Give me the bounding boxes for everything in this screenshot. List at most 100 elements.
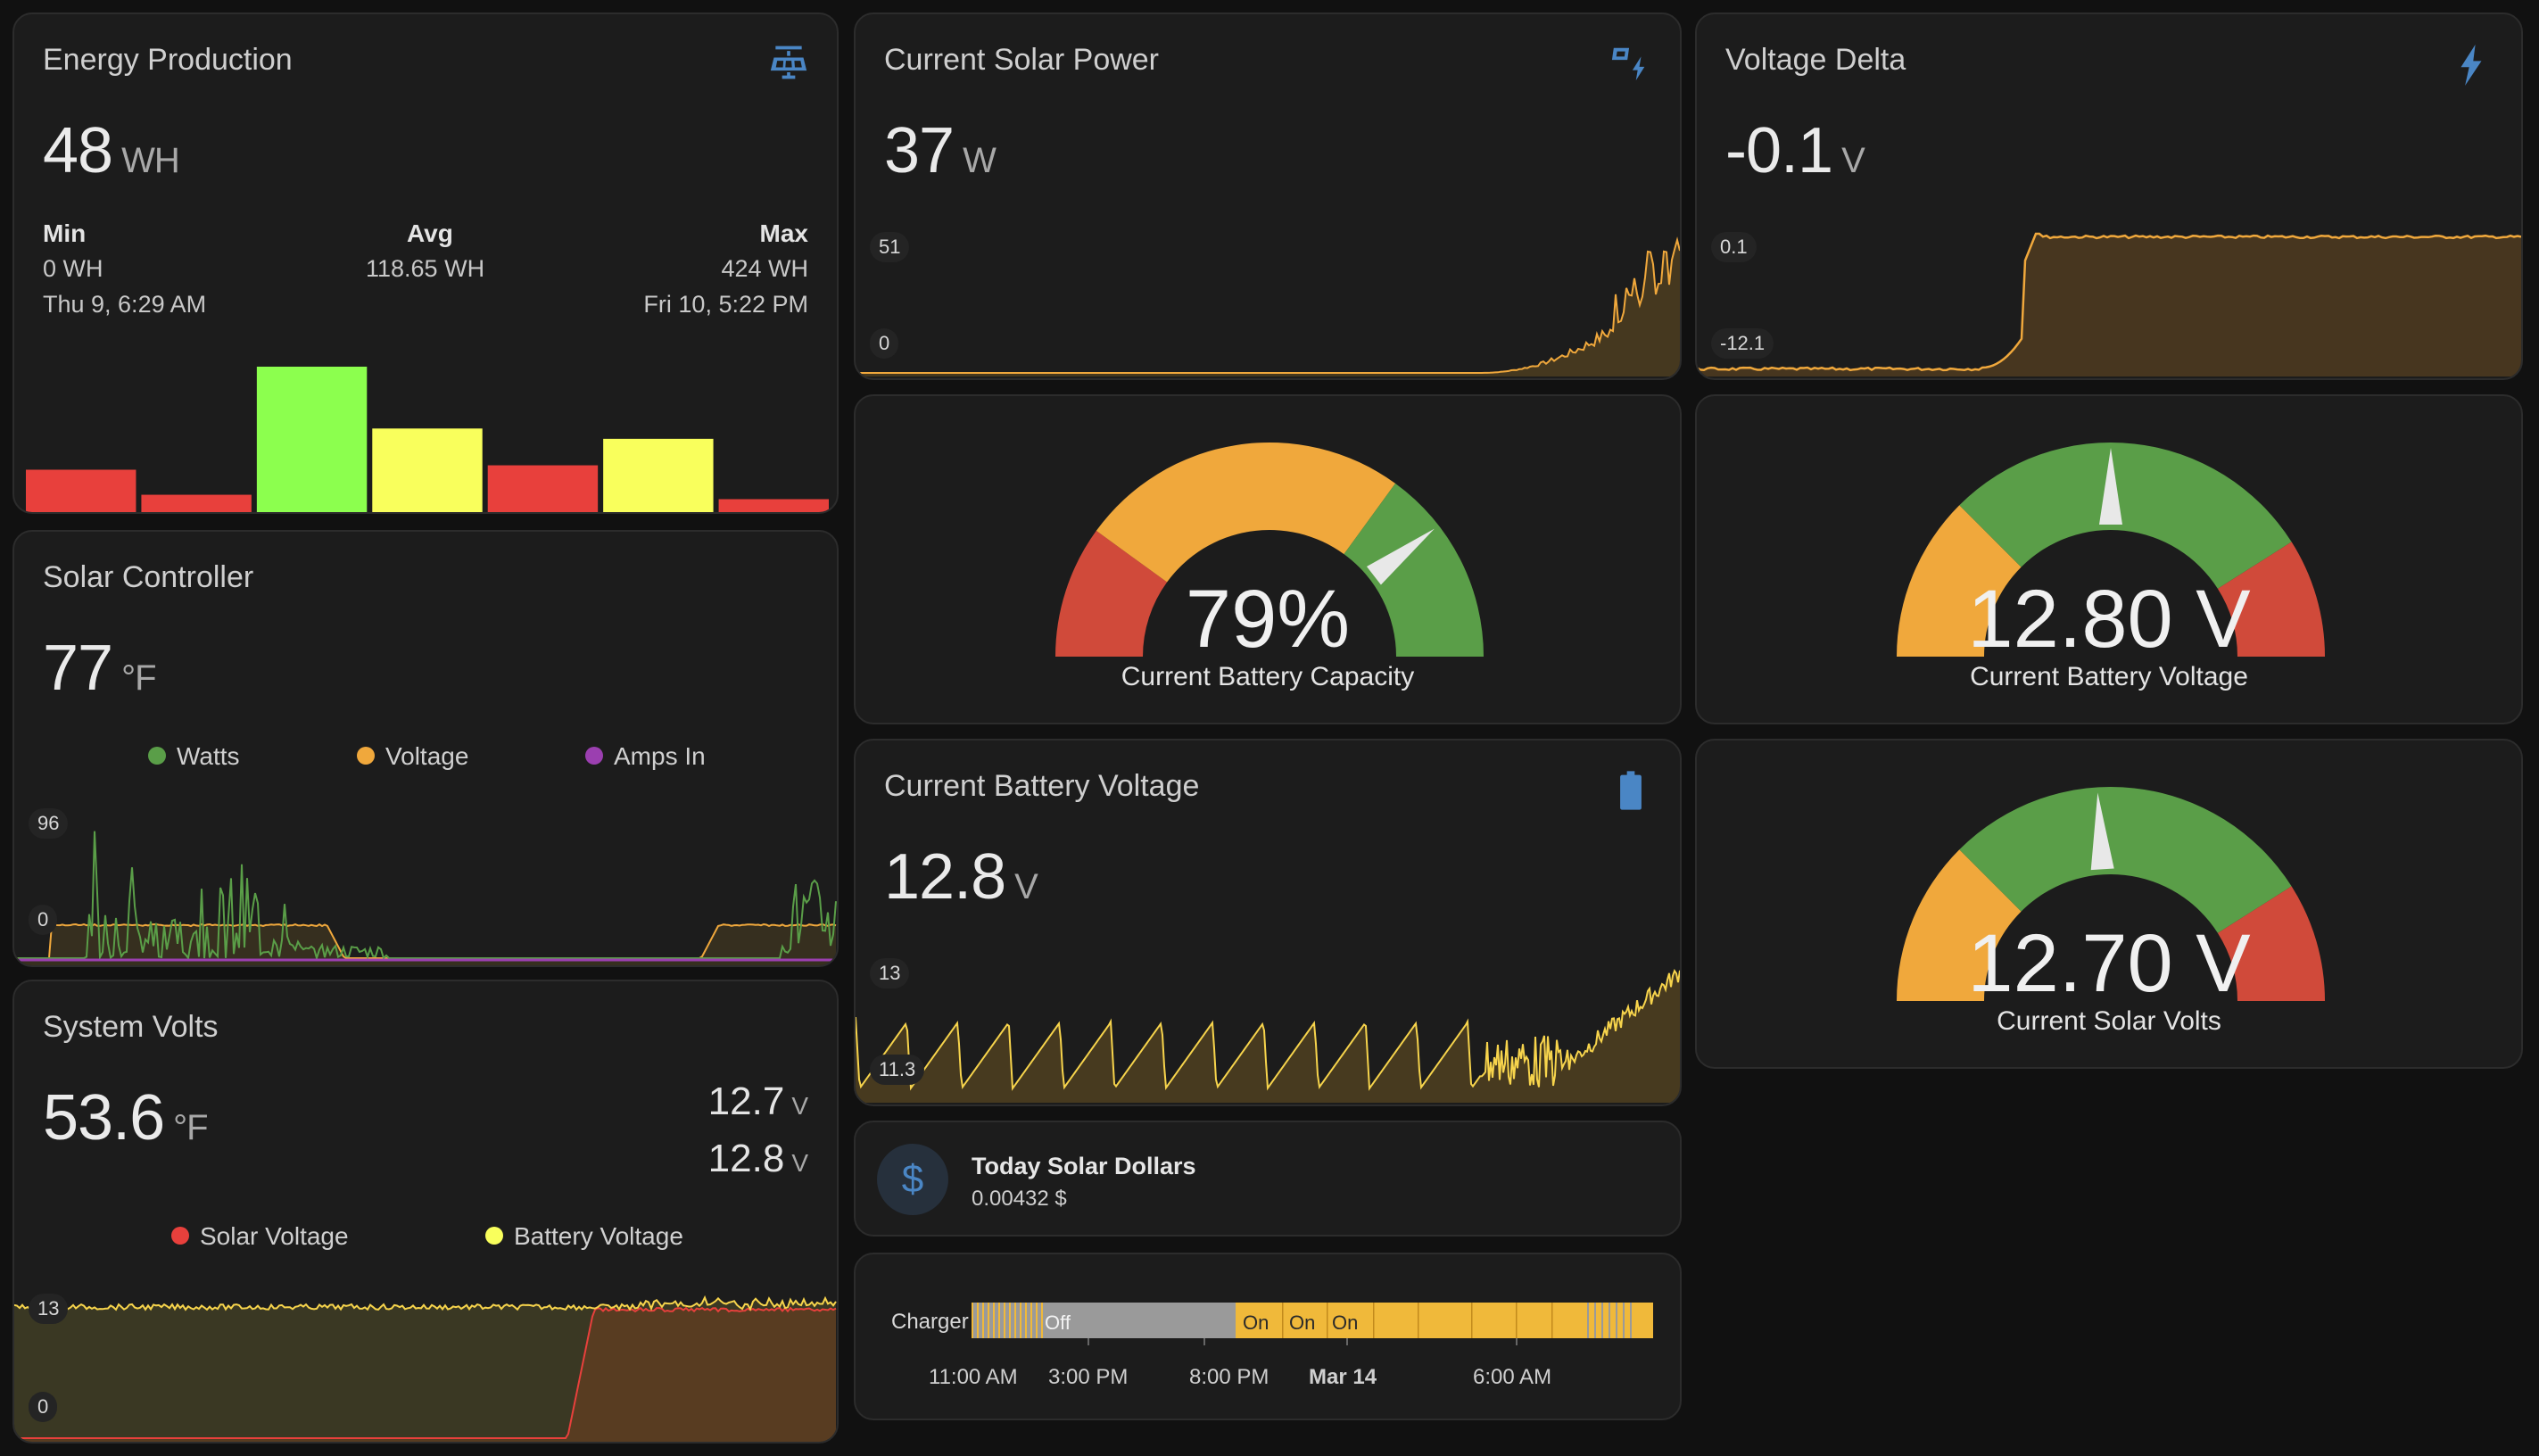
- timeline-state-on: On: [1289, 1311, 1316, 1334]
- controller-temp-value: 77 °F: [43, 632, 157, 705]
- timeline-on-sliver: [1036, 1303, 1038, 1338]
- timeline-off-sliver: [1601, 1303, 1603, 1338]
- legend-text: Watts: [177, 742, 240, 770]
- system-volts-value: 53.6 °F: [43, 1081, 209, 1154]
- solar-controller-card[interactable]: Solar Controller 77 °F Watts Voltage Amps…: [12, 530, 839, 967]
- legend-dot: [357, 746, 375, 765]
- timeline-divider: [1327, 1303, 1328, 1338]
- timeline-divider: [1373, 1303, 1375, 1338]
- max-time: Fri 10, 5:22 PM: [643, 291, 808, 318]
- voltage-delta-graph: [1697, 232, 2521, 376]
- secondary-value-2: 12.8 V: [708, 1137, 808, 1181]
- value-unit: WH: [121, 141, 180, 180]
- card-title: System Volts: [43, 1010, 219, 1044]
- solar-power-graph: [856, 236, 1680, 376]
- legend-text: Voltage: [385, 742, 469, 770]
- timeline-tick-mark: [1088, 1338, 1089, 1345]
- legend-amps-in[interactable]: Amps In: [585, 742, 706, 771]
- system-volts-card[interactable]: System Volts 53.6 °F 12.7 V 12.8 V Solar Vo…: [12, 980, 839, 1444]
- solar-panel-icon: [769, 43, 808, 87]
- axis-min-label: 11.3: [870, 1055, 925, 1085]
- timeline-off-sliver: [1609, 1303, 1610, 1338]
- solar-power-area: [856, 240, 1680, 376]
- solar-controller-graph: [14, 831, 837, 965]
- timeline-on-sliver: [988, 1303, 989, 1338]
- energy-bar: [141, 494, 252, 512]
- battery-voltage-gauge-card[interactable]: 12.80 V Current Battery Voltage: [1695, 394, 2523, 724]
- axis-min-label: 0: [29, 1392, 58, 1422]
- timeline-on-sliver: [972, 1303, 973, 1338]
- timeline-divider: [1418, 1303, 1419, 1338]
- min-value: 0 WH: [43, 255, 103, 282]
- timeline-off-sliver: [1616, 1303, 1617, 1338]
- min-label: Min: [43, 219, 87, 247]
- solar-volts-gauge-card[interactable]: 12.70 V Current Solar Volts: [1695, 739, 2523, 1069]
- solar-power-icon: [1610, 43, 1651, 88]
- energy-production-card[interactable]: Energy Production 48 WH Min 0 WH Thu 9, 6…: [12, 12, 839, 514]
- gauge-label: Current Solar Volts: [1997, 1006, 2221, 1036]
- charger-timeline-card[interactable]: Charger Off On On On 11:00 AM 3:00 PM 8:…: [854, 1253, 1682, 1420]
- card-title: Solar Controller: [43, 560, 254, 594]
- solar-power-value: 37 W: [884, 114, 997, 187]
- energy-bar: [487, 465, 599, 512]
- timeline-divider: [1551, 1303, 1553, 1338]
- gauge-segment: [1096, 443, 1396, 583]
- legend-dot: [148, 746, 166, 765]
- legend-solar-voltage[interactable]: Solar Voltage: [171, 1222, 349, 1251]
- gauge-value: 79%: [1185, 574, 1351, 665]
- legend-watts[interactable]: Watts: [148, 742, 240, 771]
- card-title: Energy Production: [43, 43, 293, 77]
- solar-dollars-card[interactable]: $ Today Solar Dollars 0.00432 $: [854, 1121, 1682, 1237]
- gauge-label: Current Battery Capacity: [1121, 662, 1415, 691]
- gauge-value: 12.70 V: [1967, 918, 2251, 1009]
- timeline-on-sliver: [993, 1303, 995, 1338]
- legend-text: Solar Voltage: [200, 1222, 349, 1250]
- axis-min-label: -12.1: [1711, 328, 1774, 359]
- value-number: -0.1: [1725, 115, 1833, 186]
- energy-bar-chart: [26, 367, 829, 512]
- max-value: 424 WH: [721, 255, 808, 282]
- voltage-delta-card[interactable]: Voltage Delta -0.1 V 0.1 -12.1: [1695, 12, 2523, 380]
- energy-bar: [603, 438, 714, 512]
- timeline-on-sliver: [982, 1303, 984, 1338]
- max-label: Max: [759, 219, 808, 247]
- value-number: 12.8: [884, 841, 1006, 913]
- min-time: Thu 9, 6:29 AM: [43, 291, 207, 318]
- battery-capacity-gauge-card[interactable]: 79% Current Battery Capacity: [854, 394, 1682, 724]
- voltage-delta-area: [1697, 234, 2521, 376]
- legend-battery-voltage[interactable]: Battery Voltage: [485, 1222, 683, 1251]
- timeline-off-sliver: [1630, 1303, 1632, 1338]
- legend-voltage[interactable]: Voltage: [357, 742, 468, 771]
- timeline-divider: [1471, 1303, 1473, 1338]
- axis-max-label: 13: [870, 958, 910, 989]
- secondary-unit: V: [791, 1149, 808, 1177]
- battery-voltage-value: 12.8 V: [884, 840, 1038, 914]
- energy-value: 48 WH: [43, 114, 180, 187]
- axis-max-label: 0.1: [1711, 232, 1757, 262]
- timeline-tick: Mar 14: [1309, 1365, 1377, 1389]
- timeline-divider: [1516, 1303, 1518, 1338]
- timeline-off-sliver: [1623, 1303, 1625, 1338]
- secondary-number: 12.7: [707, 1080, 785, 1123]
- card-title: Voltage Delta: [1725, 43, 1906, 77]
- value-unit: V: [1841, 141, 1865, 180]
- axis-max-label: 51: [870, 232, 910, 262]
- timeline-row-label: Charger: [891, 1310, 969, 1334]
- value-unit: V: [1014, 867, 1038, 906]
- value-unit: °F: [121, 658, 156, 698]
- energy-bar: [372, 428, 483, 512]
- current-battery-voltage-card[interactable]: Current Battery Voltage 12.8 V 13 11.3: [854, 739, 1682, 1106]
- timeline-on-sliver: [998, 1303, 1000, 1338]
- axis-max-label: 96: [29, 808, 69, 839]
- axis-min-label: 0: [29, 905, 58, 935]
- card-title: Current Battery Voltage: [884, 769, 1200, 803]
- avg-label: Avg: [407, 219, 453, 247]
- timeline-state-on: On: [1332, 1311, 1359, 1334]
- timeline-tick-mark: [1516, 1338, 1518, 1345]
- flash-icon: [2457, 45, 2485, 90]
- timeline-tick-mark: [1203, 1338, 1205, 1345]
- solar-dollars-value: 0.00432 $: [972, 1187, 1067, 1211]
- current-solar-power-card[interactable]: Current Solar Power 37 W 51 0: [854, 12, 1682, 380]
- timeline-state-off: Off: [1045, 1311, 1071, 1334]
- timeline-tick-mark: [1346, 1338, 1348, 1345]
